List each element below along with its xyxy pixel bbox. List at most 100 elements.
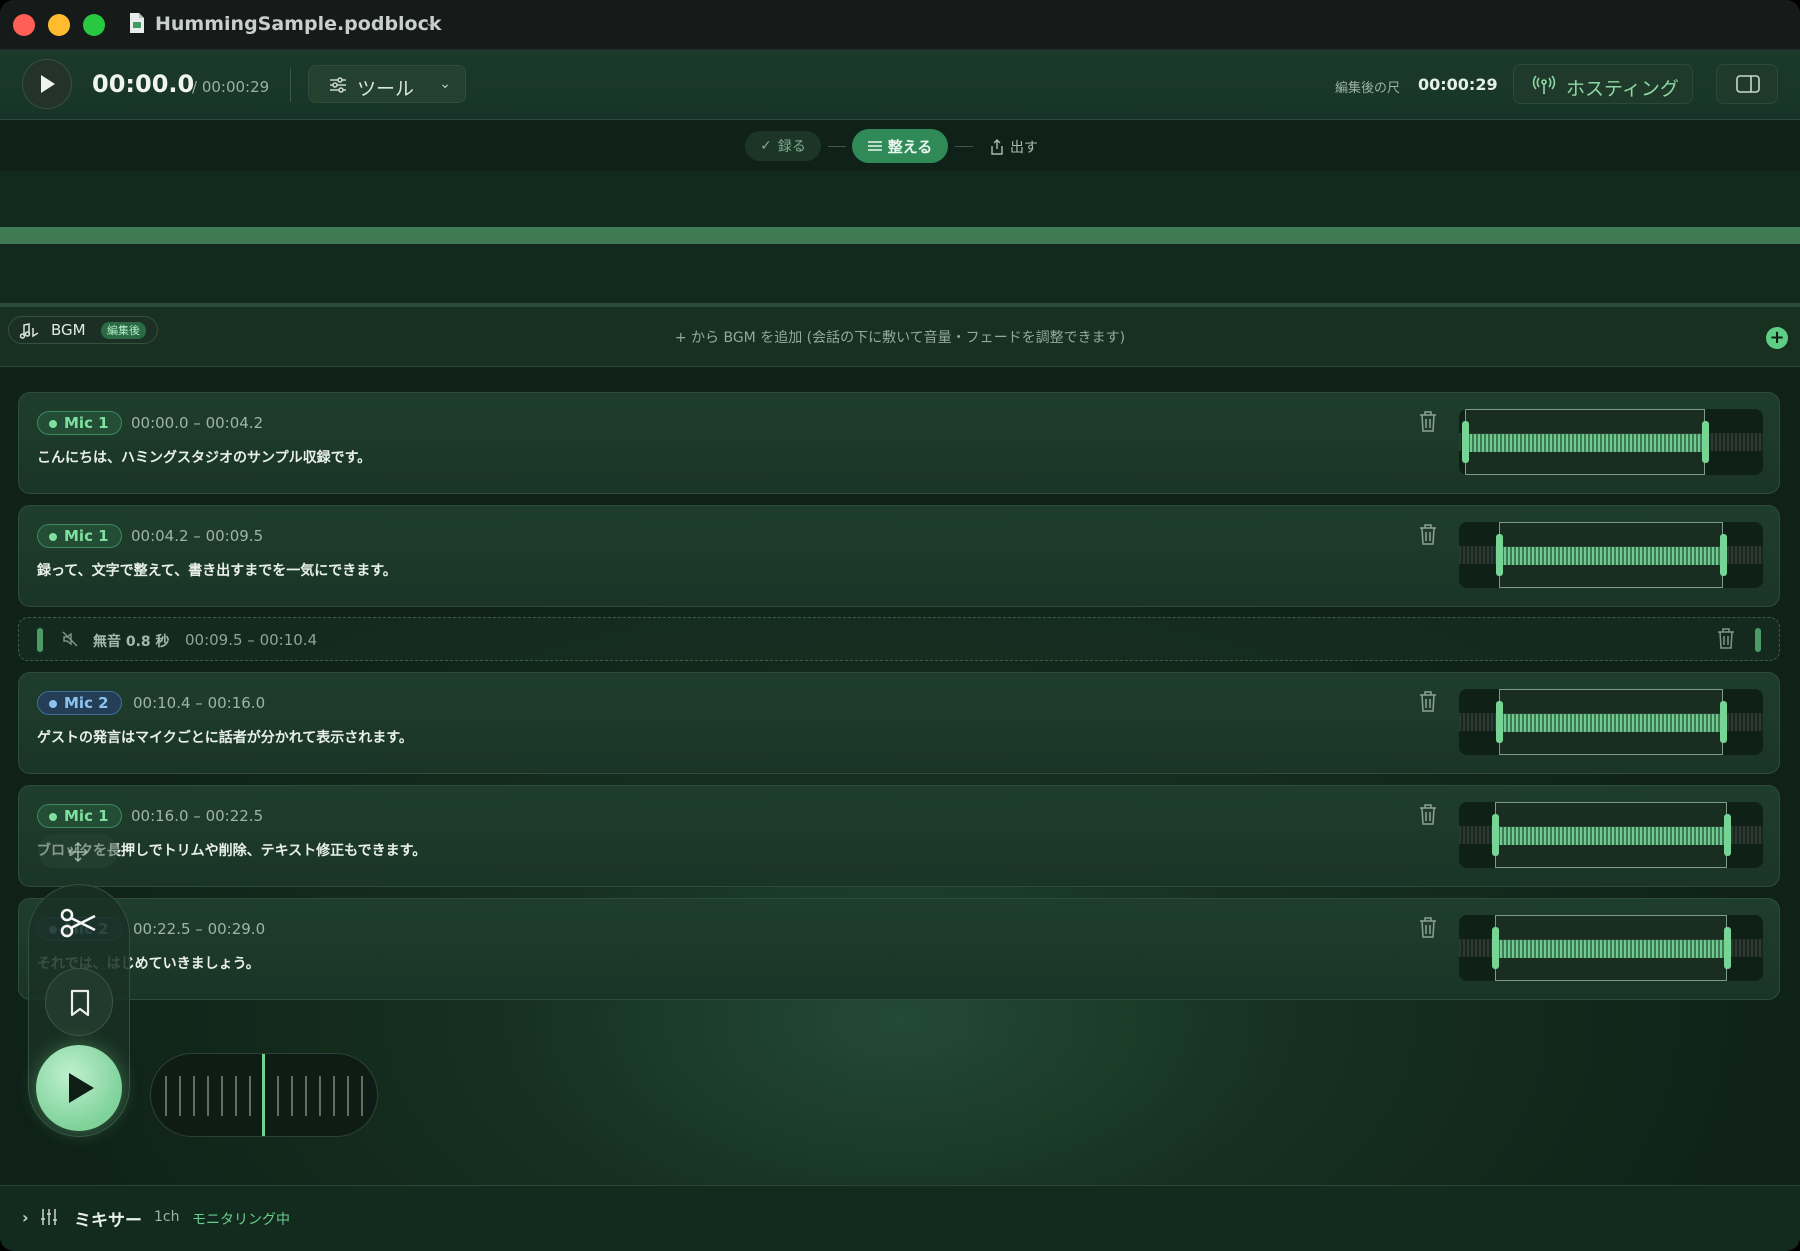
- silence-trim-handle-left[interactable]: [37, 628, 43, 652]
- edited-length-label: 編集後の尺: [1335, 81, 1401, 96]
- silence-label: 無音 0.8 秒: [93, 634, 170, 650]
- block-time-range: 00:00.0 – 00:04.2: [131, 414, 264, 432]
- mixer-bar[interactable]: › ミキサー 1ch モニタリング中: [0, 1185, 1800, 1251]
- sliders-icon: [867, 141, 882, 151]
- trim-handle-start[interactable]: [1492, 927, 1499, 969]
- trash-icon[interactable]: [1419, 691, 1437, 713]
- mixer-channel-count: 1ch: [154, 1209, 180, 1225]
- scrubber-needle[interactable]: [262, 1054, 265, 1136]
- mixer-icon: [41, 1209, 57, 1225]
- add-bgm-button[interactable]: +: [1766, 327, 1788, 349]
- trash-icon[interactable]: [1717, 628, 1735, 650]
- trim-selection: [1499, 522, 1723, 588]
- block-waveform[interactable]: [1459, 409, 1763, 475]
- trim-handle-end[interactable]: [1720, 701, 1727, 743]
- trim-selection: [1465, 409, 1705, 475]
- trim-handle-start[interactable]: [1496, 701, 1503, 743]
- block-time-range: 00:22.5 – 00:29.0: [133, 920, 266, 938]
- app-window: HummingSample.podblock ⌄ 00:00.0 / 00:00…: [0, 0, 1800, 1251]
- mic-chip[interactable]: Mic 1: [37, 524, 122, 548]
- speech-block[interactable]: Mic 1 00:16.0 – 00:22.5 ブロックを長押しでトリムや削除、テキ…: [18, 785, 1780, 887]
- hosting-label: ホスティング: [1566, 78, 1679, 100]
- step-connector: [828, 146, 846, 147]
- block-waveform[interactable]: [1459, 915, 1763, 981]
- silence-block[interactable]: 無音 0.8 秒 00:09.5 – 00:10.4: [18, 617, 1780, 661]
- silence-trim-handle-right[interactable]: [1755, 628, 1761, 652]
- scrubber-ticks: [165, 1076, 365, 1116]
- step-edit[interactable]: 整える: [852, 129, 948, 163]
- bookmark-icon: [70, 989, 90, 1017]
- mixer-monitoring-status: モニタリング中: [192, 1212, 290, 1228]
- trim-handle-end[interactable]: [1724, 814, 1731, 856]
- broadcast-icon: [1532, 75, 1556, 94]
- trim-handle-start[interactable]: [1492, 814, 1499, 856]
- chevron-right-icon[interactable]: ›: [22, 1208, 29, 1227]
- sliders-icon: [330, 77, 346, 93]
- current-time: 00:00.0: [92, 70, 195, 98]
- chevron-down-icon[interactable]: ⌄: [424, 15, 435, 30]
- trash-icon[interactable]: [1419, 917, 1437, 939]
- trim-handle-start[interactable]: [1462, 421, 1469, 463]
- play-button[interactable]: [22, 59, 72, 109]
- trash-icon[interactable]: [1419, 524, 1437, 546]
- document-icon: [130, 13, 144, 33]
- floating-play-button[interactable]: [36, 1045, 122, 1131]
- tools-menu-button[interactable]: ツール ⌄: [308, 65, 466, 103]
- edited-length-value: 00:00:29: [1418, 75, 1498, 94]
- step-edit-label: 整える: [887, 137, 933, 156]
- block-time-range: 00:16.0 – 00:22.5: [131, 807, 264, 825]
- speech-block[interactable]: Mic 200:22.5 – 00:29.0それでは、はじめていきましょう。: [18, 898, 1780, 1000]
- zoom-window-button[interactable]: [83, 14, 105, 36]
- play-icon: [69, 1073, 94, 1103]
- hosting-button[interactable]: ホスティング: [1513, 64, 1693, 104]
- jog-scrubber[interactable]: [150, 1053, 378, 1137]
- trim-handle-start[interactable]: [1496, 534, 1503, 576]
- block-time-range: 00:04.2 – 00:09.5: [131, 527, 264, 545]
- block-waveform[interactable]: [1459, 689, 1763, 755]
- trim-handle-end[interactable]: [1702, 421, 1709, 463]
- step-export[interactable]: 出す: [990, 137, 1038, 157]
- title-bar: HummingSample.podblock ⌄: [0, 0, 1800, 50]
- speech-block[interactable]: Mic 1 00:00.0 – 00:04.2 こんにちは、ハミングスタジオのサンプ…: [18, 392, 1780, 494]
- block-waveform[interactable]: [1459, 802, 1763, 868]
- bgm-track: BGM 編集後 + から BGM を追加 (会話の下に敷いて音量・フェードを調整…: [0, 307, 1800, 367]
- window-title[interactable]: HummingSample.podblock: [155, 13, 442, 35]
- block-transcript[interactable]: こんにちは、ハミングスタジオのサンプル収録です。: [37, 447, 371, 467]
- bgm-hint: + から BGM を追加 (会話の下に敷いて音量・フェードを調整できます): [674, 330, 1126, 346]
- speech-block[interactable]: Mic 1 00:04.2 – 00:09.5 録って、文字で整えて、書き出すまでを…: [18, 505, 1780, 607]
- toolbar-divider: [290, 68, 291, 102]
- move-icon: [68, 842, 88, 862]
- trash-icon[interactable]: [1419, 411, 1437, 433]
- checkmark-icon: ✓: [760, 138, 772, 154]
- trim-handle-end[interactable]: [1724, 927, 1731, 969]
- minimize-window-button[interactable]: [48, 14, 70, 36]
- timeline-overview-track: [0, 227, 1800, 244]
- move-handle[interactable]: [38, 834, 118, 868]
- workflow-steps: ✓ 録る 整える 出す: [0, 121, 1800, 171]
- scissors-button[interactable]: [31, 893, 127, 953]
- trim-selection: [1495, 802, 1727, 868]
- close-window-button[interactable]: [13, 14, 35, 36]
- block-waveform[interactable]: [1459, 522, 1763, 588]
- trim-selection: [1495, 915, 1727, 981]
- sidebar-icon: [1736, 75, 1760, 93]
- total-time: / 00:00:29: [192, 78, 270, 96]
- toolbar: 00:00.0 / 00:00:29 ツール ⌄ 編集後の尺 00:00:29 …: [0, 50, 1800, 120]
- mic-chip[interactable]: Mic 2: [37, 691, 122, 715]
- chevron-down-icon: ⌄: [439, 76, 451, 92]
- trim-handle-end[interactable]: [1720, 534, 1727, 576]
- mixer-label: ミキサー: [74, 1211, 142, 1231]
- mute-icon: [62, 631, 78, 647]
- trash-icon[interactable]: [1419, 804, 1437, 826]
- block-transcript[interactable]: 録って、文字で整えて、書き出すまでを一気にできます。: [37, 560, 397, 580]
- sidebar-toggle-button[interactable]: [1716, 64, 1778, 104]
- silence-range: 00:09.5 – 00:10.4: [185, 631, 318, 649]
- mic-chip[interactable]: Mic 1: [37, 411, 122, 435]
- block-time-range: 00:10.4 – 00:16.0: [133, 694, 266, 712]
- speech-block[interactable]: Mic 2 00:10.4 – 00:16.0 ゲストの発言はマイクごとに話者が分か…: [18, 672, 1780, 774]
- step-record[interactable]: ✓ 録る: [745, 131, 821, 161]
- block-transcript[interactable]: ゲストの発言はマイクごとに話者が分かれて表示されます。: [37, 727, 413, 747]
- bookmark-button[interactable]: [45, 968, 113, 1036]
- scissors-icon: [60, 908, 96, 938]
- mic-chip[interactable]: Mic 1: [37, 804, 122, 828]
